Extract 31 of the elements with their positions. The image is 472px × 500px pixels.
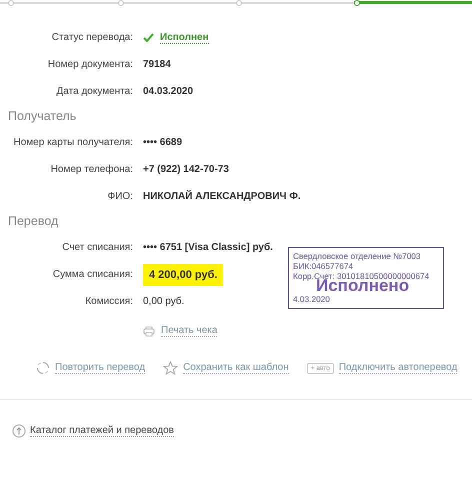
field-value: 0,00 руб. [143, 296, 184, 307]
bank-stamp: Свердловское отделение №7003 БИК:046577674 Корр.Счет: 30101810500000000674 4.03.2020 Исполнено [288, 247, 444, 309]
refresh-icon [36, 361, 50, 375]
field-label: Номер карты получателя: [12, 137, 133, 148]
status-value: Исполнен [160, 32, 209, 44]
printer-icon [143, 326, 155, 336]
field-value: +7 (922) 142-70-73 [143, 164, 229, 175]
field-label: ФИО: [106, 191, 133, 202]
action-link[interactable]: Повторить перевод [55, 362, 146, 374]
section-title: Перевод [8, 214, 60, 228]
field-label: Сумма списания: [52, 269, 133, 280]
field-value: 04.03.2020 [143, 86, 194, 97]
amount-value: 4 200,00 руб. [143, 264, 224, 286]
star-icon [163, 361, 178, 375]
field-value: •••• 6751 [Visa Classic] руб. [143, 242, 273, 253]
action-link[interactable]: Подключить автоперевод [338, 362, 458, 374]
field-label: Дата документа: [56, 86, 133, 97]
print-receipt-link[interactable]: Печать чека [161, 325, 218, 337]
action-link[interactable]: Сохранить как шаблон [183, 362, 289, 374]
checkmark-icon [143, 33, 154, 42]
field-label: Номер документа: [46, 59, 133, 70]
section-title: Получатель [8, 109, 78, 123]
field-value: 79184 [143, 59, 171, 70]
field-label: Номер телефона: [50, 164, 133, 175]
field-value: •••• 6689 [143, 137, 182, 148]
field-label: Счет списания: [61, 242, 133, 253]
catalog-link[interactable]: Каталог платежей и переводов [30, 425, 174, 437]
arrow-up-circle-icon [12, 424, 26, 438]
field-label: Комиссия: [84, 296, 133, 307]
field-value: НИКОЛАЙ АЛЕКСАНДРОВИЧ Ф. [143, 191, 301, 202]
field-label: Статус перевода: [50, 32, 133, 43]
